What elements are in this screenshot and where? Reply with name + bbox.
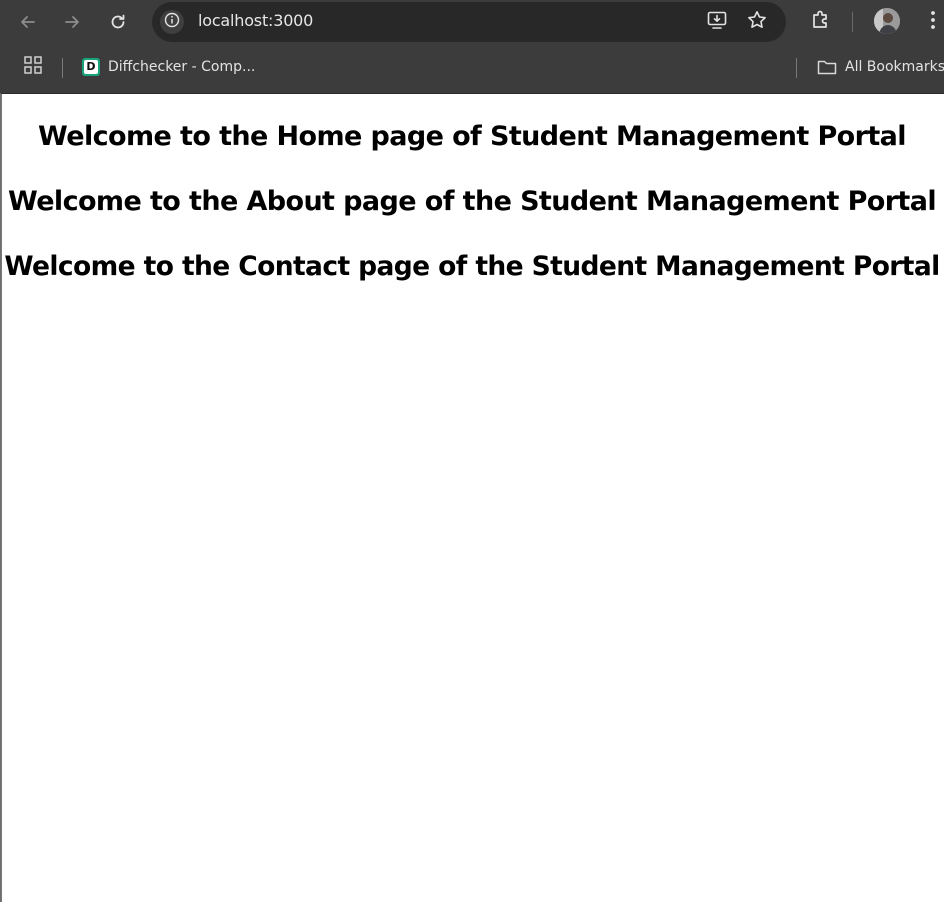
- avatar[interactable]: [874, 8, 900, 34]
- address-bar[interactable]: localhost:3000: [152, 2, 786, 42]
- back-button[interactable]: [12, 6, 44, 38]
- browser-window: localhost:3000 D Diffchecker - Comp... A…: [0, 0, 944, 902]
- url-text[interactable]: localhost:3000: [198, 11, 313, 30]
- install-app-button[interactable]: [705, 10, 729, 34]
- contact-heading: Welcome to the Contact page of the Stude…: [4, 251, 940, 282]
- info-icon: [164, 12, 180, 32]
- reload-icon: [108, 12, 128, 32]
- chrome-menu-button[interactable]: [919, 8, 944, 36]
- bookmarks-divider: [62, 58, 63, 78]
- bookmarks-bar: D Diffchecker - Comp... All Bookmarks: [0, 44, 944, 94]
- diffchecker-favicon: D: [82, 58, 100, 76]
- extensions-button[interactable]: [807, 8, 835, 36]
- arrow-right-icon: [62, 12, 82, 32]
- bookmarks-divider: [796, 58, 797, 78]
- reload-button[interactable]: [102, 6, 134, 38]
- arrow-left-icon: [18, 12, 38, 32]
- puzzle-icon: [809, 8, 833, 36]
- bookmark-star-button[interactable]: [745, 10, 769, 34]
- bookmark-label: Diffchecker - Comp...: [108, 59, 256, 75]
- all-bookmarks-label: All Bookmarks: [845, 59, 944, 75]
- browser-toolbar: localhost:3000: [0, 0, 944, 44]
- toolbar-divider: [852, 12, 853, 32]
- all-bookmarks-button[interactable]: All Bookmarks: [817, 54, 944, 80]
- site-info-button[interactable]: [160, 10, 184, 34]
- bookmark-diffchecker[interactable]: D Diffchecker - Comp...: [82, 54, 255, 80]
- kebab-menu-icon: [929, 9, 937, 35]
- folder-icon: [817, 58, 837, 76]
- about-heading: Welcome to the About page of the Student…: [7, 186, 937, 217]
- star-icon: [746, 9, 768, 35]
- apps-grid-icon: [23, 55, 43, 79]
- install-app-icon: [706, 9, 728, 35]
- forward-button[interactable]: [56, 6, 88, 38]
- home-heading: Welcome to the Home page of Student Mana…: [38, 121, 906, 152]
- apps-button[interactable]: [22, 56, 44, 78]
